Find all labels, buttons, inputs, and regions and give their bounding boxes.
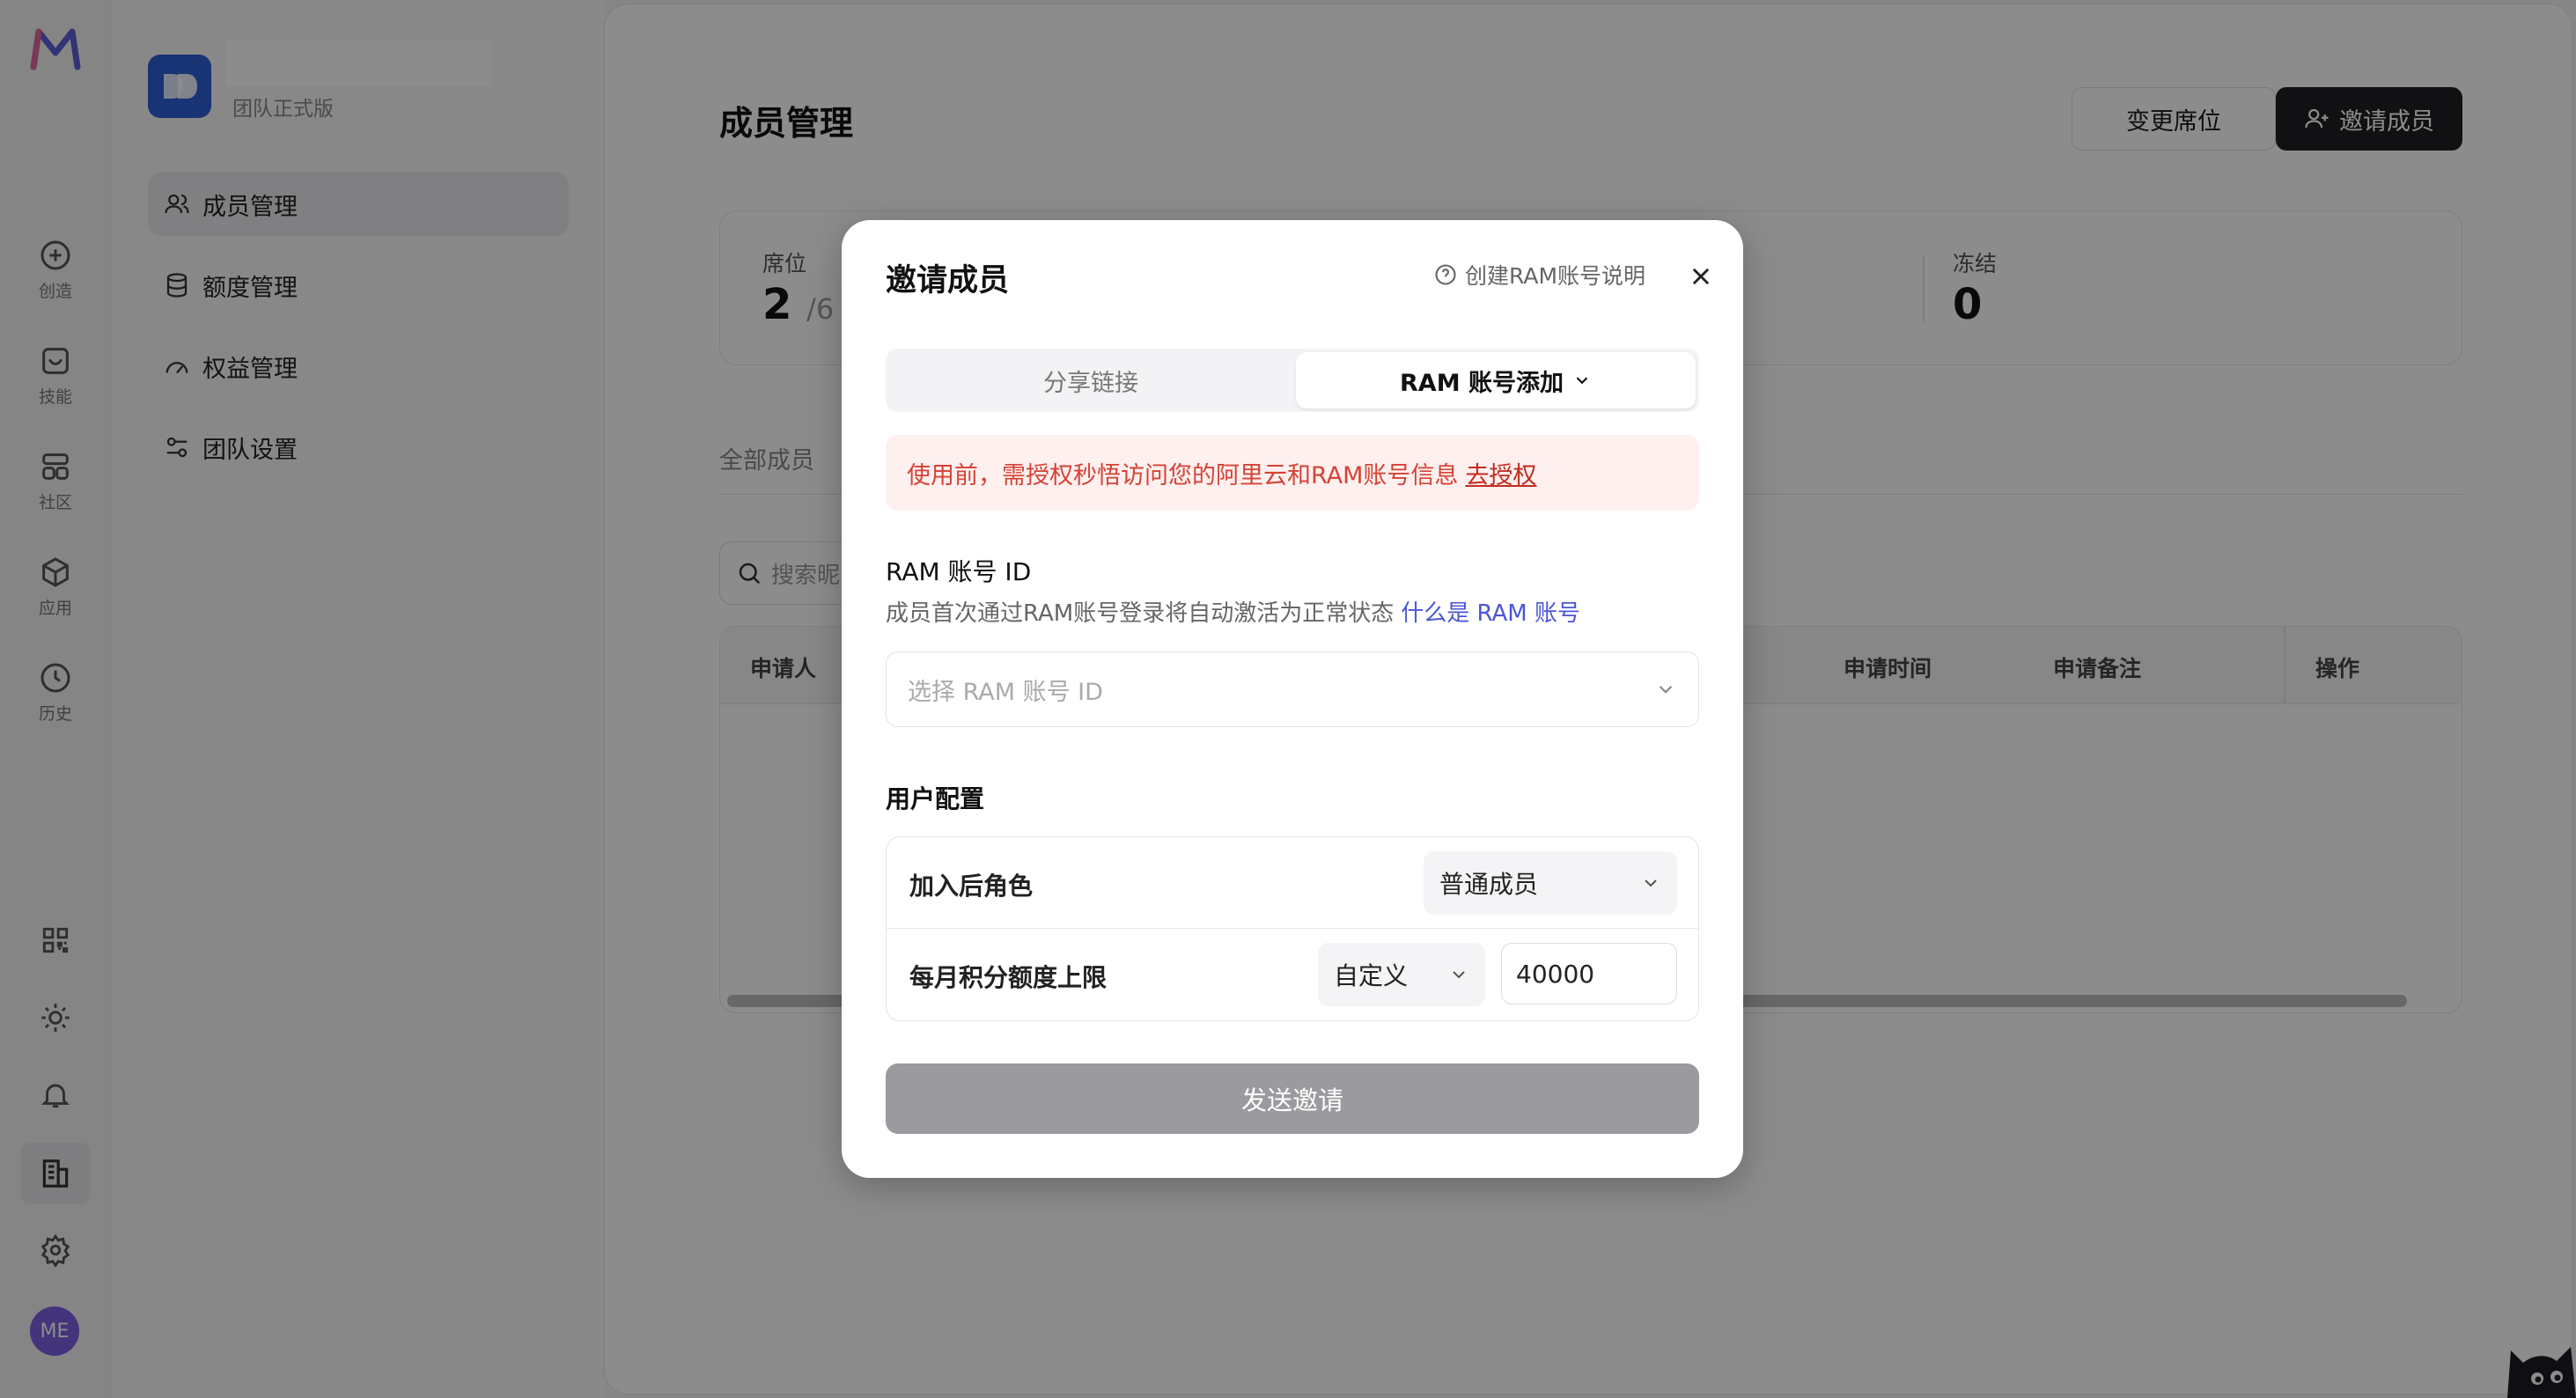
ram-help-label: 创建RAM账号说明: [1465, 263, 1646, 289]
ram-id-select[interactable]: 选择 RAM 账号 ID: [886, 651, 1699, 727]
quota-mode-value: 自定义: [1334, 961, 1409, 990]
chevron-down-icon: [1576, 377, 1588, 385]
invite-method-tabs: 分享链接 RAM 账号添加: [886, 349, 1699, 412]
close-button[interactable]: [1680, 255, 1722, 298]
tab-ram-account[interactable]: RAM 账号添加: [1296, 352, 1696, 408]
ram-desc-text: 成员首次通过RAM账号登录将自动激活为正常状态: [886, 600, 1395, 627]
quota-amount-input[interactable]: 40000: [1501, 943, 1677, 1004]
ram-id-placeholder: 选择 RAM 账号 ID: [908, 678, 1103, 706]
chevron-down-icon: [1659, 685, 1673, 694]
role-value: 普通成员: [1439, 870, 1539, 899]
user-config-title: 用户配置: [886, 784, 985, 813]
what-is-ram-link[interactable]: 什么是 RAM 账号: [1401, 600, 1580, 627]
ram-id-label: RAM 账号 ID: [886, 557, 1032, 586]
user-config-panel: 加入后角色 普通成员 每月积分额度上限 自定义 40000: [886, 836, 1699, 1021]
tab-share-link[interactable]: 分享链接: [886, 349, 1296, 412]
tab-ram-label: RAM 账号添加: [1400, 369, 1564, 397]
alert-text: 使用前，需授权秒悟访问您的阿里云和RAM账号信息: [907, 461, 1459, 489]
close-icon: [1692, 268, 1710, 285]
chevron-down-icon: [1645, 879, 1657, 887]
authorize-link[interactable]: 去授权: [1465, 456, 1536, 490]
quota-row: 每月积分额度上限 自定义 40000: [887, 929, 1698, 1020]
ram-help-link[interactable]: 创建RAM账号说明: [1433, 259, 1645, 291]
quota-label: 每月积分额度上限: [909, 963, 1108, 992]
quota-mode-select[interactable]: 自定义: [1318, 943, 1485, 1006]
role-label: 加入后角色: [909, 872, 1034, 901]
help-circle-icon: [1435, 264, 1456, 285]
invite-member-dialog: 邀请成员 创建RAM账号说明 分享链接 RAM 账号添加 使用前，需授权秒悟访问…: [842, 220, 1743, 1178]
send-invite-button[interactable]: 发送邀请: [886, 1063, 1699, 1134]
role-row: 加入后角色 普通成员: [887, 837, 1698, 929]
dialog-title: 邀请成员: [886, 263, 1010, 298]
role-select[interactable]: 普通成员: [1424, 851, 1677, 915]
authorization-alert: 使用前，需授权秒悟访问您的阿里云和RAM账号信息 去授权: [886, 435, 1699, 511]
ram-id-description: 成员首次通过RAM账号登录将自动激活为正常状态 什么是 RAM 账号: [886, 595, 1580, 628]
chevron-down-icon: [1453, 971, 1465, 979]
